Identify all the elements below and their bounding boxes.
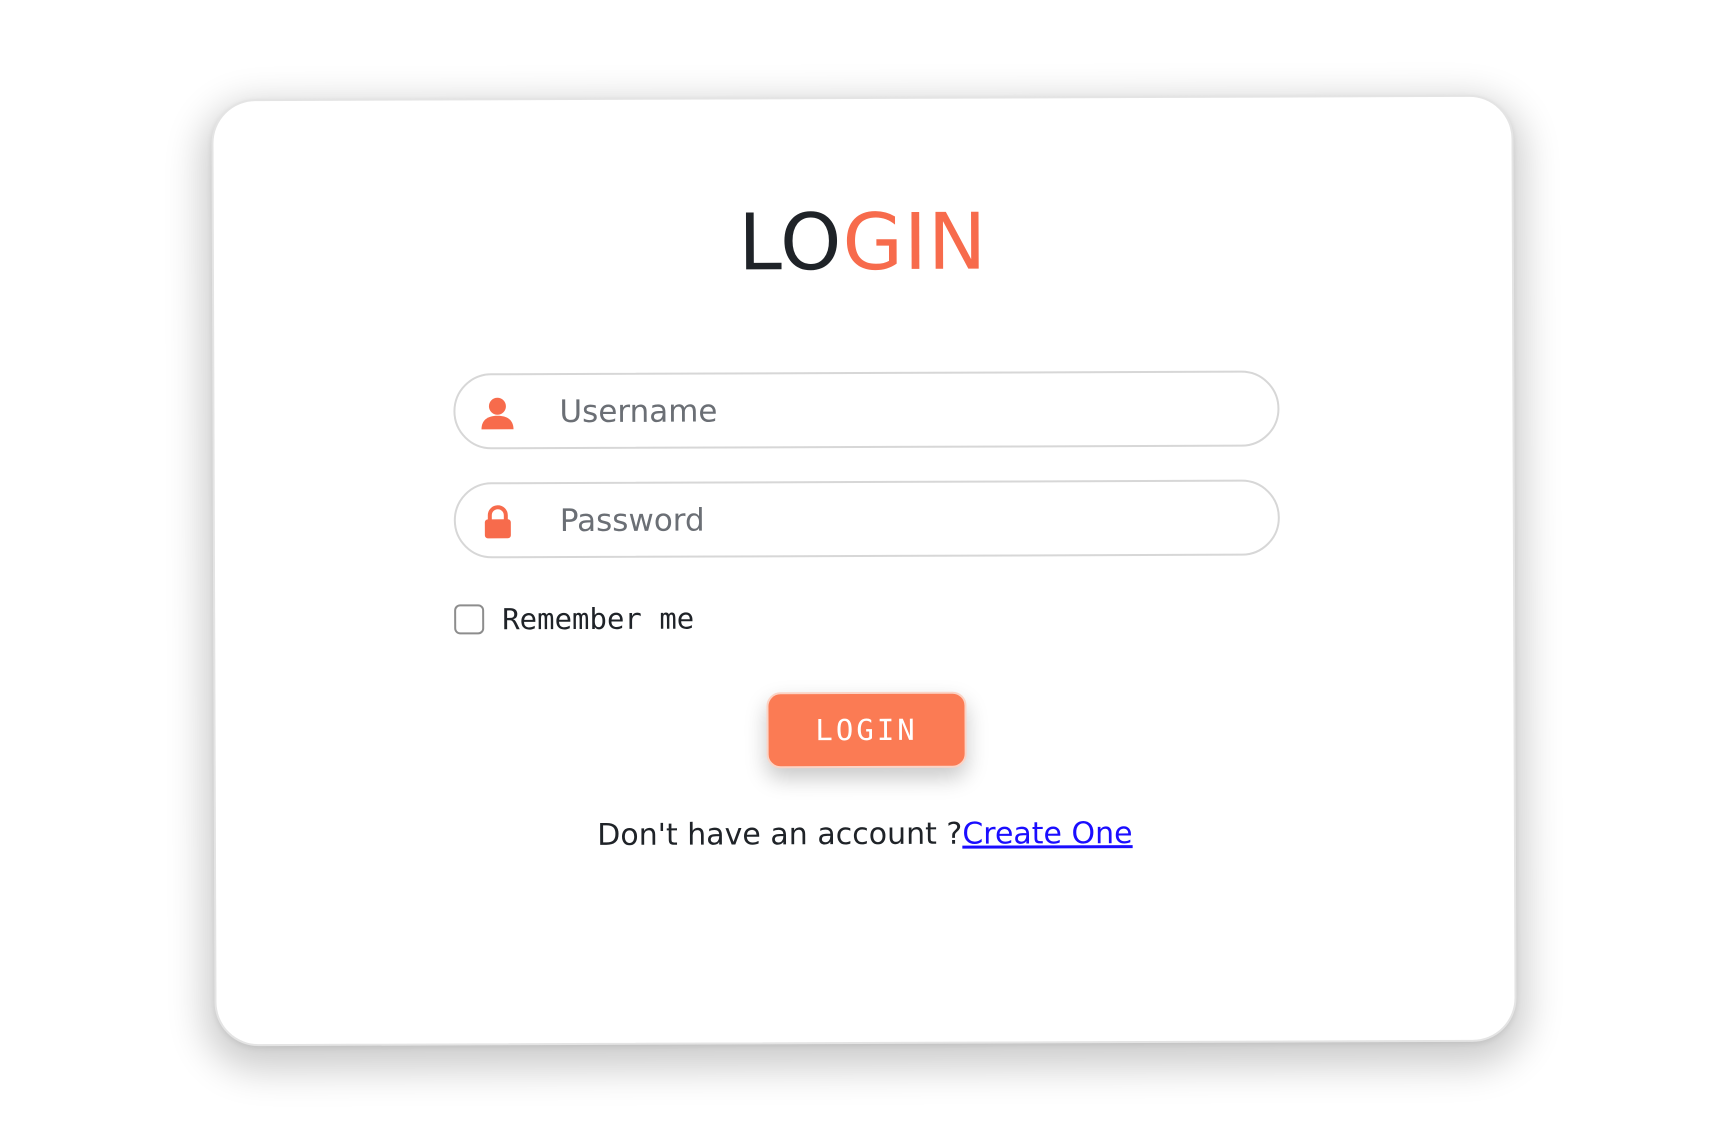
signup-prompt-text: Don't have an account ?: [597, 816, 963, 853]
username-field[interactable]: [453, 370, 1280, 450]
password-field[interactable]: [453, 479, 1280, 559]
title-part-accent: GIN: [842, 197, 988, 289]
user-icon: [481, 397, 514, 430]
page-title: LOGIN: [214, 198, 1512, 289]
page: LOGIN Remember me LOGIN Don't have an ac…: [0, 0, 1716, 1130]
login-card: LOGIN Remember me LOGIN Don't have an ac…: [211, 94, 1517, 1047]
signup-prompt: Don't have an account ?Create One: [216, 815, 1514, 855]
password-input[interactable]: [559, 495, 1240, 545]
lock-icon: [484, 505, 511, 539]
remember-me-checkbox[interactable]: [454, 604, 485, 635]
title-part-dark: LO: [738, 198, 843, 289]
login-button[interactable]: LOGIN: [766, 691, 967, 769]
create-account-link[interactable]: Create One: [962, 816, 1132, 852]
remember-me[interactable]: Remember me: [454, 602, 694, 637]
username-input[interactable]: [559, 386, 1240, 436]
remember-me-label[interactable]: Remember me: [502, 602, 694, 637]
